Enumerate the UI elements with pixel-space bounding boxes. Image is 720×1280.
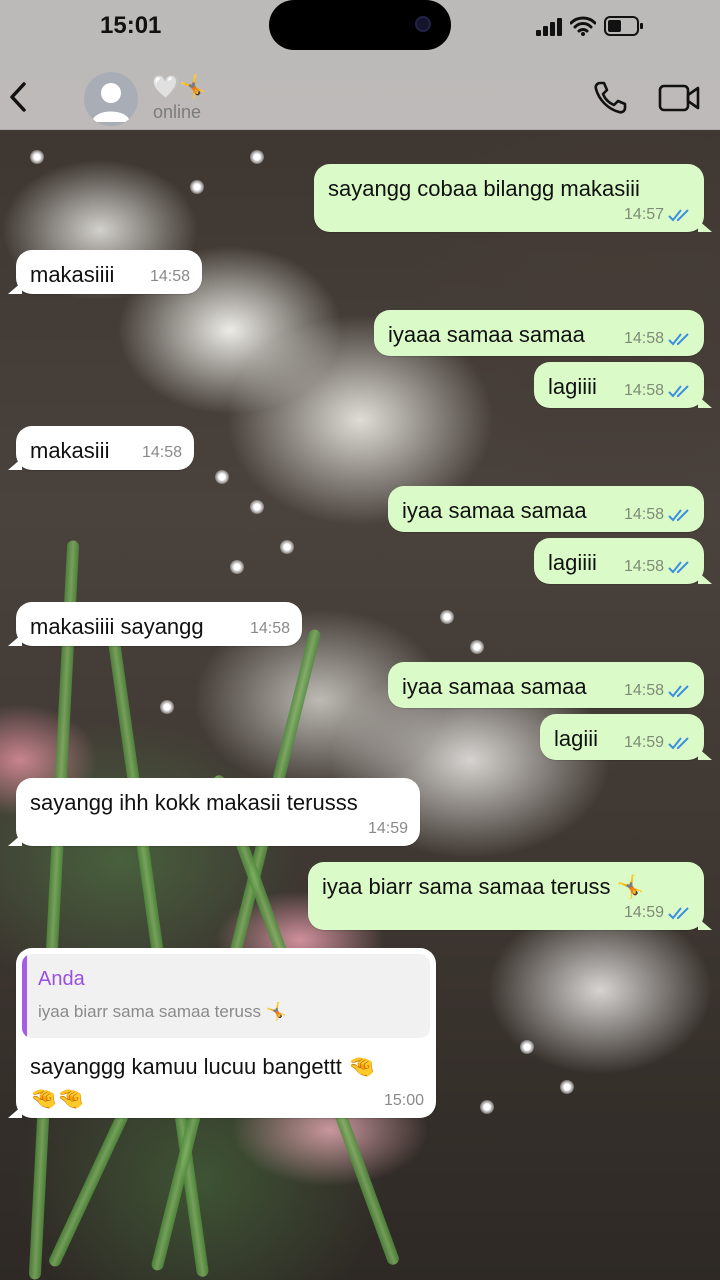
message-outgoing[interactable]: iyaa biarr sama samaa teruss 🤸 14:59 [308,862,712,930]
message-list[interactable]: sayangg cobaa bilangg makasiii 14:57 mak… [0,130,720,1280]
message-text: lagiii [554,726,599,751]
message-incoming-reply[interactable]: Anda iyaa biarr sama samaa teruss 🤸 saya… [8,948,436,1118]
battery-icon [604,16,643,36]
message-outgoing[interactable]: lagiiii 14:58 [534,362,712,408]
contact-avatar[interactable] [84,72,138,126]
message-time: 14:58 [623,558,664,575]
message-text: iyaa samaa samaa [402,674,587,699]
cellular-signal-icon [536,18,562,36]
quoted-message[interactable]: Anda iyaa biarr sama samaa teruss 🤸 [22,954,430,1038]
read-receipt-icon [668,561,689,574]
quoted-text: iyaa biarr sama samaa teruss 🤸 [38,1002,287,1021]
message-text: lagiiii [548,374,597,399]
message-text: iyaa samaa samaa [402,498,587,523]
message-outgoing[interactable]: sayangg cobaa bilangg makasiii 14:57 [314,164,712,232]
message-text: makasiiii sayangg [30,614,204,639]
message-text: makasiii [30,438,110,463]
voice-call-icon[interactable] [592,80,628,116]
message-outgoing[interactable]: lagiiii 14:58 [534,538,712,584]
message-time: 14:57 [623,206,664,223]
chat-header: 🤍🤸 online [0,56,720,130]
message-time: 14:59 [367,820,408,837]
message-outgoing[interactable]: lagiii 14:59 [540,714,712,760]
wifi-icon [570,16,596,36]
read-receipt-icon [668,509,689,522]
message-outgoing[interactable]: iyaa samaa samaa 14:58 [388,662,704,708]
back-chevron-icon[interactable] [6,80,30,114]
message-text: sayanggg kamuu lucuu bangettt 🤏 [30,1054,376,1079]
dynamic-island [269,0,451,50]
read-receipt-icon [668,385,689,398]
message-time: 15:00 [383,1092,424,1109]
read-receipt-icon [668,209,689,222]
message-time: 14:59 [623,734,664,751]
status-time: 15:01 [100,12,162,39]
read-receipt-icon [668,907,689,920]
status-bar: 15:01 [0,0,720,56]
read-receipt-icon [668,333,689,346]
message-time: 14:58 [141,444,182,461]
read-receipt-icon [668,737,689,750]
avatar-placeholder-icon [92,83,130,122]
message-time: 14:58 [249,620,290,637]
message-text: iyaaa samaa samaa [388,322,585,347]
message-time: 14:58 [623,682,664,699]
message-outgoing[interactable]: iyaaa samaa samaa 14:58 [374,310,704,356]
read-receipt-icon [668,685,689,698]
message-time: 14:58 [149,268,190,285]
message-outgoing[interactable]: iyaa samaa samaa 14:58 [388,486,704,532]
message-incoming[interactable]: sayangg ihh kokk makasii terusss 14:59 [8,778,420,846]
quoted-sender-name: Anda [38,968,85,990]
message-time: 14:58 [623,330,664,347]
quote-accent-bar [22,954,27,1038]
message-incoming[interactable]: makasiii 14:58 [8,426,194,470]
message-text: makasiiii [30,262,115,287]
message-text: sayangg ihh kokk makasii terusss [30,790,358,815]
message-text: lagiiii [548,550,597,575]
message-incoming[interactable]: makasiiii sayangg 14:58 [8,602,302,646]
contact-status: online [153,102,202,122]
message-time: 14:59 [623,904,664,921]
message-text: iyaa biarr sama samaa teruss 🤸 [322,874,645,899]
video-call-icon[interactable] [658,84,700,112]
message-text: sayangg cobaa bilangg makasiii [328,176,640,201]
message-incoming[interactable]: makasiiii 14:58 [8,250,202,294]
message-time: 14:58 [623,506,664,523]
message-text-line2: 🤏🤏 [30,1086,85,1111]
contact-name[interactable]: 🤍🤸 [152,74,207,100]
message-time: 14:58 [623,382,664,399]
